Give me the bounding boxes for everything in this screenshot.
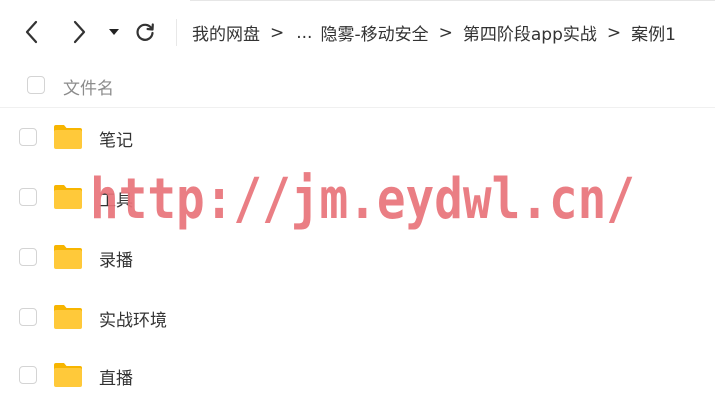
- forward-button[interactable]: [67, 20, 91, 44]
- history-dropdown-button[interactable]: [104, 20, 124, 44]
- column-header-filename[interactable]: 文件名: [63, 74, 114, 99]
- list-header: 文件名: [0, 64, 715, 108]
- breadcrumb-root[interactable]: 我的网盘: [192, 20, 260, 45]
- toolbar-divider: [176, 19, 177, 46]
- chevron-right-icon: [73, 20, 86, 44]
- breadcrumb-current[interactable]: 案例1: [631, 20, 676, 45]
- file-name[interactable]: 工具: [99, 186, 133, 211]
- breadcrumb-separator: >: [606, 22, 622, 43]
- row-checkbox[interactable]: [19, 248, 37, 266]
- row-checkbox[interactable]: [19, 188, 37, 206]
- file-manager-page: 我的网盘 > ... 隐雾-移动安全 > 第四阶段app实战 > 案例1 文件名…: [0, 0, 715, 406]
- toolbar: 我的网盘 > ... 隐雾-移动安全 > 第四阶段app实战 > 案例1: [0, 0, 715, 64]
- breadcrumb-separator: >: [270, 22, 285, 43]
- file-name[interactable]: 录播: [99, 246, 133, 271]
- row-checkbox[interactable]: [19, 366, 37, 384]
- list-item[interactable]: 实战环境: [0, 288, 715, 348]
- refresh-button[interactable]: [133, 20, 157, 44]
- breadcrumb-ellipsis[interactable]: ...: [296, 23, 312, 43]
- file-name[interactable]: 实战环境: [99, 306, 167, 331]
- row-checkbox[interactable]: [19, 128, 37, 146]
- file-name[interactable]: 直播: [99, 364, 133, 389]
- folder-icon: [54, 245, 82, 269]
- list-item[interactable]: 笔记: [0, 108, 715, 168]
- refresh-icon: [136, 23, 154, 41]
- chevron-left-icon: [25, 20, 38, 44]
- folder-icon: [54, 305, 82, 329]
- folder-icon: [54, 363, 82, 387]
- folder-icon: [54, 125, 82, 149]
- caret-down-icon: [109, 29, 119, 35]
- folder-icon: [54, 185, 82, 209]
- select-all-checkbox[interactable]: [27, 76, 45, 94]
- row-checkbox[interactable]: [19, 308, 37, 326]
- breadcrumb: 我的网盘 > ... 隐雾-移动安全 > 第四阶段app实战 > 案例1: [192, 19, 676, 46]
- file-name[interactable]: 笔记: [99, 126, 133, 151]
- list-item[interactable]: 直播: [0, 346, 715, 406]
- breadcrumb-separator: >: [438, 22, 453, 43]
- breadcrumb-item-yinwu[interactable]: 隐雾-移动安全: [320, 20, 428, 45]
- list-item[interactable]: 录播: [0, 228, 715, 288]
- back-button[interactable]: [20, 20, 44, 44]
- breadcrumb-item-stage4[interactable]: 第四阶段app实战: [463, 20, 597, 45]
- list-item[interactable]: 工具: [0, 168, 715, 228]
